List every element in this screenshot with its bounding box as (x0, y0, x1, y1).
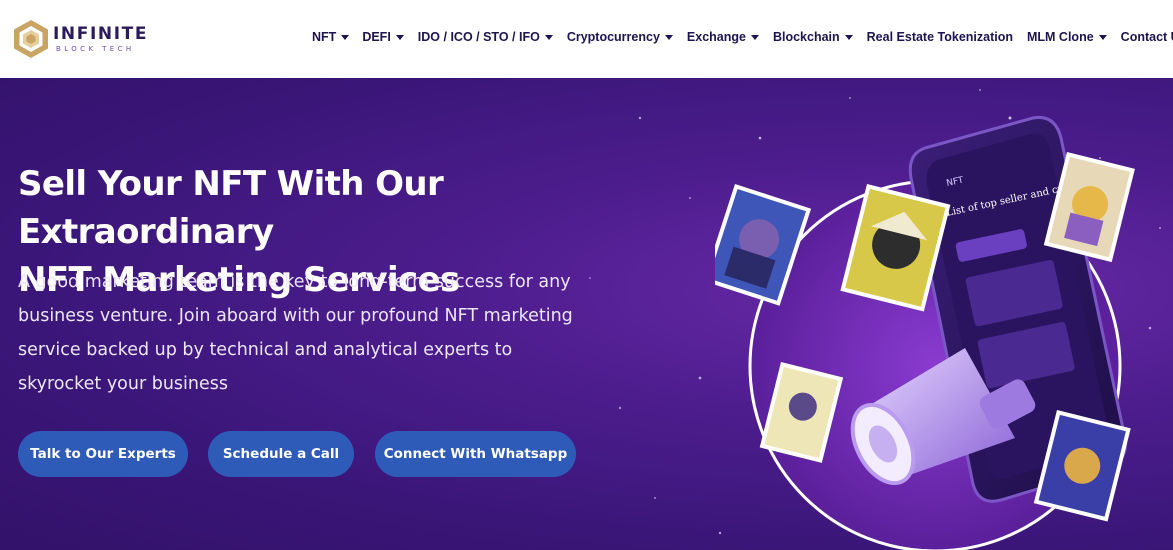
nav-item-label: Contact US (1120, 30, 1173, 44)
nav-item-mlm-clone[interactable]: MLM Clone (1027, 30, 1107, 44)
nav-item-ido-ico-sto-ifo[interactable]: IDO / ICO / STO / IFO (418, 30, 553, 44)
nav-item-label: Blockchain (772, 30, 840, 44)
site-header: INFINITE BLOCK TECH NFT DEFI IDO / ICO /… (0, 0, 1173, 78)
nav-item-blockchain[interactable]: Blockchain (773, 30, 853, 44)
chevron-down-icon (664, 34, 673, 40)
chevron-down-icon (750, 34, 759, 40)
chevron-down-icon (395, 34, 404, 40)
nav-item-contact-us[interactable]: Contact US (1121, 30, 1173, 44)
nav-item-label: Exchange (686, 30, 746, 44)
connect-whatsapp-button[interactable]: Connect With Whatsapp (375, 431, 576, 477)
brand-tagline: BLOCK TECH (56, 44, 135, 53)
brand-name: INFINITE (53, 23, 149, 44)
nav-item-cryptocurrency[interactable]: Cryptocurrency (567, 30, 673, 44)
nav-item-nft[interactable]: NFT (312, 30, 350, 44)
nav-item-label: DEFI (362, 30, 391, 44)
nav-item-label: NFT (312, 30, 337, 44)
brand-logo[interactable]: INFINITE BLOCK TECH (12, 19, 162, 59)
nav-item-exchange[interactable]: Exchange (687, 30, 759, 44)
chevron-down-icon (544, 34, 553, 40)
nav-item-defi[interactable]: DEFI (362, 30, 404, 44)
schedule-call-button[interactable]: Schedule a Call (208, 431, 354, 477)
nav-item-label: Cryptocurrency (566, 30, 660, 44)
hero-title-line-1: Sell Your NFT With Our Extraordinary (18, 164, 444, 252)
nav-item-label: Real Estate Tokenization (866, 30, 1013, 44)
chevron-down-icon (341, 34, 350, 40)
hero-description: A good marketing team is the key to long… (18, 272, 573, 394)
talk-to-experts-button[interactable]: Talk to Our Experts (18, 431, 188, 477)
chevron-down-icon (844, 34, 853, 40)
nft-marketing-illustration: NFT List of top seller and creator (715, 115, 1135, 550)
hexagon-logo-icon (14, 20, 48, 58)
chevron-down-icon (1098, 34, 1107, 40)
hero-section: Sell Your NFT With Our Extraordinary NFT… (0, 78, 1173, 550)
nav-item-real-estate-tokenization[interactable]: Real Estate Tokenization (867, 30, 1013, 44)
main-nav: NFT DEFI IDO / ICO / STO / IFO Cryptocur… (312, 26, 1173, 48)
nav-item-label: MLM Clone (1027, 30, 1094, 44)
nav-item-label: IDO / ICO / STO / IFO (417, 30, 540, 44)
